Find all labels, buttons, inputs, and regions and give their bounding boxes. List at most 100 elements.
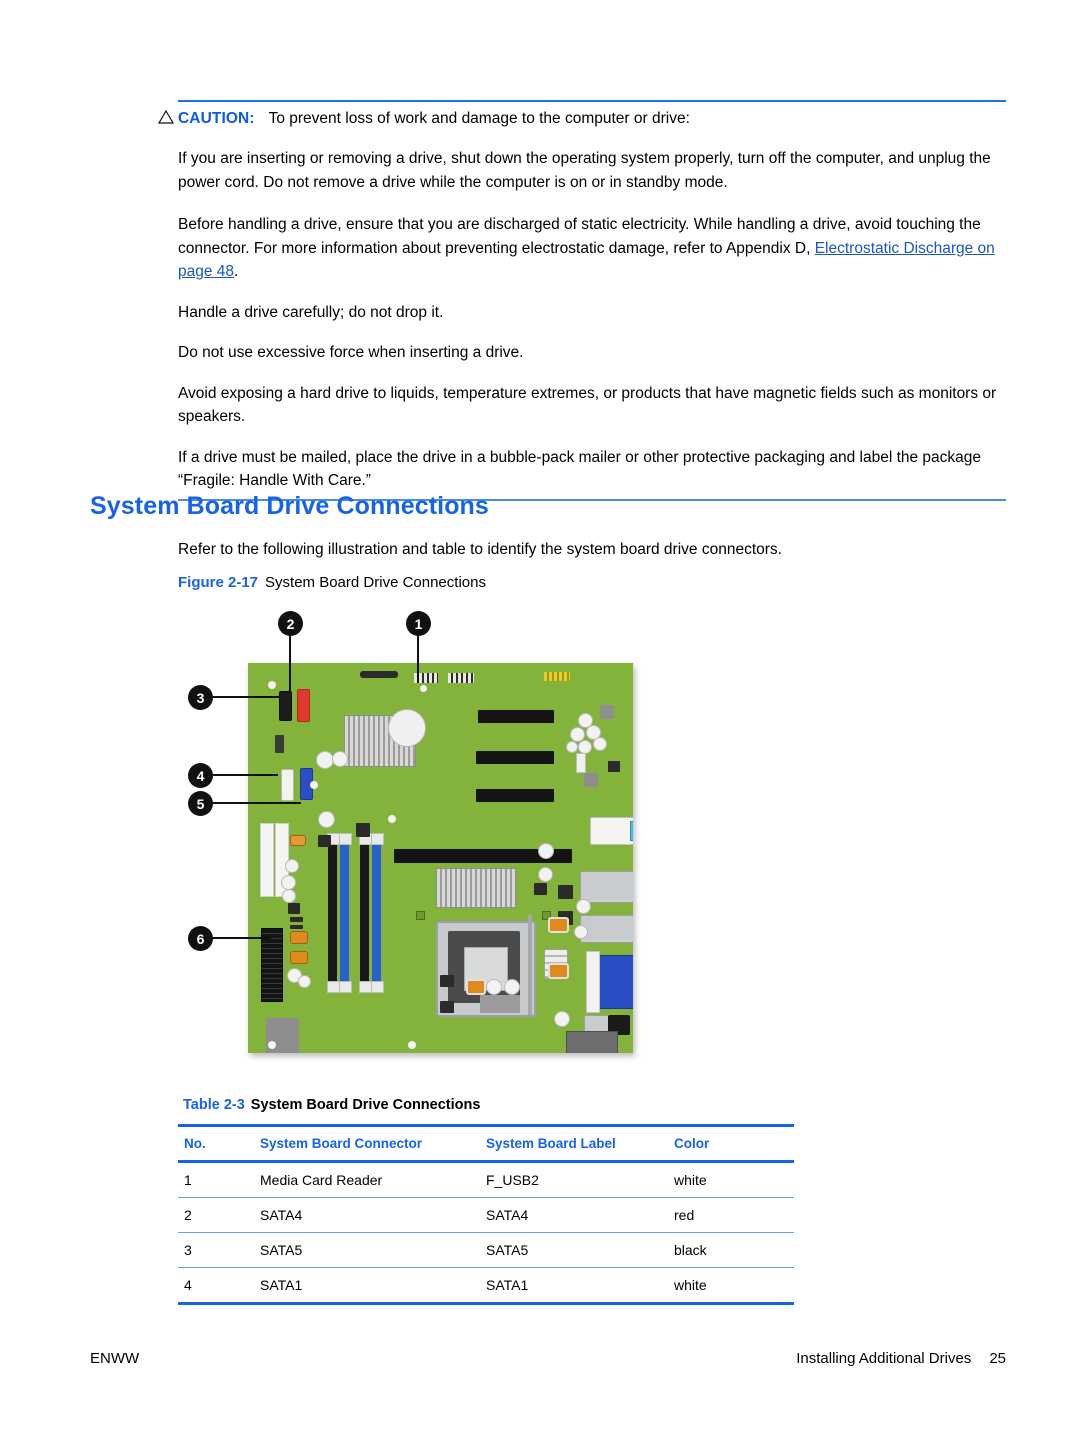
footer-chapter: Installing Additional Drives	[796, 1350, 972, 1367]
leader-line-5	[213, 802, 301, 804]
cmos-battery	[388, 709, 426, 747]
caution-paragraph-4: Avoid exposing a hard drive to liquids, …	[178, 384, 997, 426]
table-row: 1 Media Card Reader F_USB2 white	[178, 1161, 794, 1198]
super-io-chip	[480, 995, 520, 1013]
caution-paragraph-3: Do not use excessive force when insertin…	[178, 344, 524, 361]
memory-clip-6	[339, 981, 352, 993]
coil-1	[290, 835, 306, 846]
chip-mid4	[356, 823, 370, 837]
capacitor-r9	[576, 899, 591, 914]
footer-locale: ENWW	[90, 1350, 140, 1367]
mosfet-2	[290, 917, 303, 922]
capacitor-mid1	[486, 979, 502, 995]
cell-label: SATA1	[486, 1267, 674, 1305]
coil-2	[290, 931, 308, 944]
system-board-connections-table: No. System Board Connector System Board …	[178, 1124, 794, 1305]
column-header-color: Color	[674, 1124, 794, 1163]
figure-callout-4: 4	[188, 763, 213, 788]
capacitor-r5	[593, 737, 607, 751]
system-board-illustration: 1 2 3 4 5 6	[178, 605, 698, 1065]
sata4-connector-red	[297, 689, 310, 722]
table-header-row: No. System Board Connector System Board …	[178, 1124, 794, 1163]
cell-label: F_USB2	[486, 1161, 674, 1198]
capacitor-2	[281, 875, 296, 890]
section-heading: System Board Drive Connections	[90, 492, 489, 520]
table-caption: Table 2-3 System Board Drive Connections	[183, 1097, 480, 1113]
document-page: CAUTION: To prevent loss of work and dam…	[0, 0, 1080, 1437]
mount-hole-3	[388, 815, 396, 823]
capacitor-r4	[578, 740, 592, 754]
memory-slot-3	[360, 841, 369, 985]
cell-no: 3	[178, 1232, 260, 1268]
expansion-slot-1	[478, 710, 554, 723]
front-audio-header	[576, 753, 586, 773]
usb-port-stack-2	[580, 915, 633, 943]
capacitor-5	[298, 975, 311, 988]
figure-callout-1: 1	[406, 611, 431, 636]
section-intro-paragraph: Refer to the following illustration and …	[178, 541, 782, 558]
caution-lead-text: To prevent loss of work and damage to th…	[268, 110, 690, 127]
ide-floppy-header	[261, 928, 283, 1002]
leader-line-4	[213, 774, 278, 776]
rear-port-block	[566, 1031, 618, 1053]
heatsink-mount-1	[416, 911, 425, 920]
figure-number: Figure 2-17	[178, 574, 259, 591]
cell-no: 1	[178, 1161, 260, 1198]
coil-3	[290, 951, 308, 964]
esd-text-after: .	[234, 263, 239, 280]
expansion-slot-3	[476, 789, 554, 802]
cell-connector: SATA1	[260, 1267, 486, 1305]
sata5-connector-black	[279, 691, 292, 721]
mosfet-r1	[558, 885, 573, 899]
capacitor-r10	[574, 925, 588, 939]
figure-callout-3: 3	[188, 685, 213, 710]
cell-color: white	[674, 1161, 794, 1198]
cell-color: red	[674, 1197, 794, 1233]
figure-title: System Board Drive Connections	[265, 574, 486, 591]
capacitor-1	[285, 859, 299, 873]
cell-connector: SATA5	[260, 1232, 486, 1268]
capacitor-r11	[554, 1011, 570, 1027]
capacitor-mid5	[318, 811, 335, 828]
caution-top-rule	[178, 100, 1006, 102]
capacitor-r8	[538, 867, 553, 882]
column-header-label: System Board Label	[486, 1124, 674, 1163]
column-header-no: No.	[178, 1124, 260, 1163]
coil-r2	[548, 963, 569, 979]
expansion-slot-2	[476, 751, 554, 764]
mount-hole-1	[268, 681, 276, 689]
column-header-connector: System Board Connector	[260, 1124, 486, 1163]
warning-triangle-icon	[158, 110, 178, 124]
sata1-connector-white	[281, 769, 294, 801]
chip-r2	[584, 773, 598, 787]
ram-bank-heatsink	[436, 868, 516, 908]
figure-callout-2: 2	[278, 611, 303, 636]
vga-port-shield	[586, 951, 600, 1013]
table-row: 3 SATA5 SATA5 black	[178, 1232, 794, 1268]
pci-slot-white	[260, 823, 274, 897]
cell-connector: Media Card Reader	[260, 1161, 486, 1198]
leader-line-3	[213, 696, 280, 698]
cpu-retention-lever	[528, 915, 532, 1015]
ps2-port	[590, 817, 633, 845]
capacitor-mid2	[504, 979, 520, 995]
memory-clip-4	[371, 833, 384, 845]
capacitor-mid4	[332, 751, 348, 767]
chip-mid1	[440, 975, 454, 987]
footer-page-number: 25	[989, 1350, 1006, 1367]
coil-r1	[548, 917, 569, 933]
motherboard-graphic	[248, 663, 633, 1053]
usb-port-stack-1	[580, 871, 633, 903]
leader-line-6	[213, 937, 271, 939]
leader-line-2	[289, 635, 291, 691]
small-header-left	[275, 735, 284, 753]
caution-note: CAUTION: To prevent loss of work and dam…	[158, 100, 1006, 501]
memory-clip-2	[339, 833, 352, 845]
table-number: Table 2-3	[183, 1097, 245, 1113]
table-row: 4 SATA1 SATA1 white	[178, 1267, 794, 1305]
memory-slot-1	[328, 841, 337, 985]
caution-paragraph-2: Handle a drive carefully; do not drop it…	[178, 303, 444, 321]
media-card-reader-header	[448, 673, 474, 683]
caution-paragraph-esd: Before handling a drive, ensure that you…	[178, 213, 1006, 284]
footer-chapter-page: Installing Additional Drives 25	[796, 1350, 1006, 1367]
